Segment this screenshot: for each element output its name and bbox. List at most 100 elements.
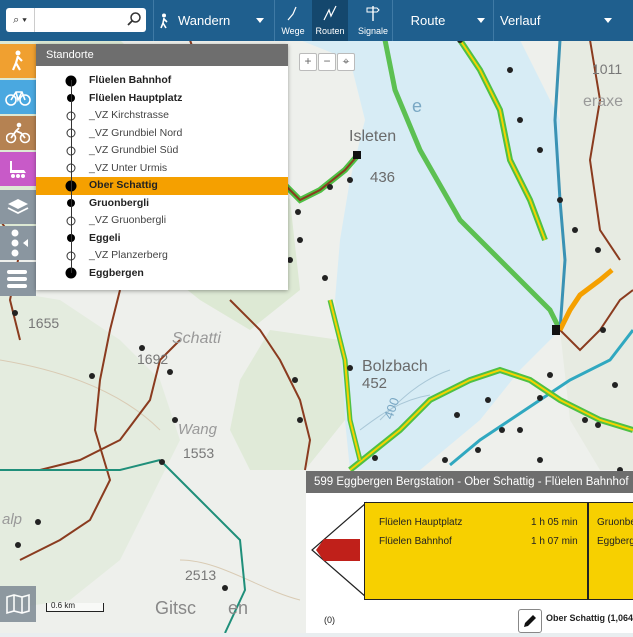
- tool-label: Wege: [281, 26, 305, 36]
- list-button[interactable]: [0, 262, 36, 296]
- stop-label: _VZ Gruonbergli: [89, 214, 167, 226]
- map-label-lake: e: [412, 96, 422, 116]
- stop-item[interactable]: _VZ Kirchstrasse: [36, 107, 288, 125]
- layers-button[interactable]: [0, 190, 36, 224]
- route-label: Route: [410, 13, 446, 28]
- chevron-down-icon: [256, 18, 264, 23]
- route-dropdown[interactable]: Route: [393, 0, 493, 41]
- activity-label: Wandern: [178, 13, 231, 28]
- tool-wege-button[interactable]: Wege: [275, 0, 311, 41]
- layers-icon: [7, 199, 29, 215]
- scale-label: 0.6 km: [51, 601, 76, 610]
- sign-time: 1 h 07 min: [531, 536, 578, 547]
- activity-dropdown[interactable]: Wandern: [158, 0, 274, 41]
- signpost-title: 599 Eggbergen Bergstation - Ober Schatti…: [306, 471, 633, 493]
- tool-signale-button[interactable]: Signale: [355, 0, 391, 41]
- signpost-sign[interactable]: Gruonbe Eggberg: [588, 502, 633, 600]
- stop-item[interactable]: _VZ Planzerberg: [36, 247, 288, 265]
- stop-label: _VZ Grundbiel Süd: [89, 144, 179, 156]
- search-mode-dropdown[interactable]: ⌕ ▾: [6, 8, 35, 32]
- stop-item[interactable]: _VZ Unter Urmis: [36, 160, 288, 178]
- path-icon: [287, 6, 297, 21]
- stop-item[interactable]: _VZ Grundbiel Nord: [36, 125, 288, 143]
- map-label-place: en: [228, 598, 248, 618]
- search-input[interactable]: [36, 10, 128, 30]
- map-label-bolzbach: Bolzbach: [362, 358, 428, 375]
- hiking-icon: [11, 50, 23, 71]
- skate-icon: [10, 161, 26, 178]
- stops-icon: [11, 229, 28, 257]
- sign-destination: Flüelen Bahnhof: [379, 536, 452, 547]
- mountainbike-icon: [6, 122, 30, 144]
- chevron-down-icon: [604, 18, 612, 23]
- pencil-icon: [524, 615, 536, 627]
- sign-destination: Eggberg: [597, 536, 633, 547]
- map-label-elevation: 1553: [183, 445, 214, 461]
- mode-skating-button[interactable]: [0, 152, 36, 186]
- map-label-place: Schatti: [172, 330, 221, 347]
- signpost-count: (0): [324, 615, 335, 625]
- mode-hiking-button[interactable]: [0, 44, 36, 78]
- stop-item[interactable]: Eggeli: [36, 230, 288, 248]
- zoom-in-button[interactable]: +: [299, 53, 317, 71]
- map-label-elevation: 1011: [592, 61, 622, 77]
- map-label-place: Wang: [178, 421, 218, 438]
- stop-label: Eggeli: [89, 231, 121, 244]
- map-label-place: alp: [2, 511, 22, 528]
- sign-destination: Flüelen Hauptplatz: [379, 517, 463, 528]
- mode-cycling-button[interactable]: [0, 80, 36, 114]
- stop-label: Flüelen Hauptplatz: [89, 91, 183, 104]
- list-icon: [7, 270, 27, 288]
- edit-button[interactable]: [518, 609, 542, 633]
- stop-item[interactable]: Flüelen Hauptplatz: [36, 90, 288, 108]
- stop-label: Eggbergen: [89, 266, 144, 279]
- stop-label: _VZ Kirchstrasse: [89, 109, 169, 121]
- stops-connector-line: [71, 80, 72, 273]
- map-label-place: eraxe: [583, 93, 623, 110]
- stops-panel-title: Standorte: [36, 44, 288, 66]
- hiker-icon: [160, 13, 168, 28]
- verlauf-dropdown[interactable]: Verlauf: [494, 0, 620, 41]
- top-toolbar: ⌕ ▾ Wandern Wege Routen Signale Route Ve…: [0, 0, 633, 41]
- direction-arrow-icon: [311, 501, 367, 599]
- mode-mountainbike-button[interactable]: [0, 116, 36, 150]
- stop-label: Flüelen Bahnhof: [89, 74, 172, 86]
- stop-label: _VZ Grundbiel Nord: [89, 126, 183, 139]
- verlauf-label: Verlauf: [500, 13, 541, 28]
- legend-button[interactable]: [0, 586, 36, 622]
- stop-item[interactable]: _VZ Gruonbergli: [36, 212, 288, 230]
- tool-routen-button[interactable]: Routen: [312, 0, 348, 41]
- signpost-panel: 599 Eggbergen Bergstation - Ober Schatti…: [306, 471, 633, 633]
- stop-label: Gruonbergli: [89, 196, 150, 209]
- stop-label: _VZ Unter Urmis: [89, 161, 168, 174]
- map-label-place: Gitsc: [155, 598, 196, 618]
- signpost-icon: [366, 6, 380, 21]
- map-label-elevation: 1692: [137, 351, 168, 367]
- bicycle-icon: [5, 91, 31, 106]
- stops-toggle-button[interactable]: [0, 226, 36, 260]
- map-label-elevation: 436: [370, 169, 395, 186]
- stop-item[interactable]: _VZ Grundbiel Süd: [36, 142, 288, 160]
- search-icon[interactable]: [126, 11, 142, 27]
- scale-bar: 0.6 km: [46, 601, 104, 612]
- stop-item[interactable]: Eggbergen: [36, 265, 288, 283]
- zoom-out-button[interactable]: −: [318, 53, 336, 71]
- tool-label: Signale: [357, 26, 389, 36]
- routes-icon: [323, 5, 337, 21]
- stop-label: _VZ Planzerberg: [89, 249, 168, 261]
- stop-label: Ober Schattig: [89, 179, 158, 191]
- map-label-elevation: 1655: [28, 315, 59, 331]
- tool-label: Routen: [315, 26, 345, 36]
- stop-item[interactable]: Gruonbergli: [36, 195, 288, 213]
- stop-item[interactable]: Flüelen Bahnhof: [36, 72, 288, 90]
- signpost-location: Ober Schattig (1,064.9: [546, 613, 633, 623]
- sign-destination: Gruonbe: [597, 517, 633, 528]
- stop-item-selected[interactable]: Ober Schattig: [36, 177, 288, 195]
- search-box: ⌕ ▾: [6, 8, 146, 32]
- map-label-isleten: Isleten: [349, 128, 396, 145]
- locate-button[interactable]: ⌖: [337, 53, 355, 71]
- signpost-sign[interactable]: Flüelen Hauptplatz 1 h 05 min Flüelen Ba…: [364, 502, 588, 600]
- stops-panel: Standorte Flüelen Bahnhof Flüelen Hauptp…: [36, 44, 288, 290]
- chevron-down-icon: [477, 18, 485, 23]
- map-icon: [6, 593, 30, 615]
